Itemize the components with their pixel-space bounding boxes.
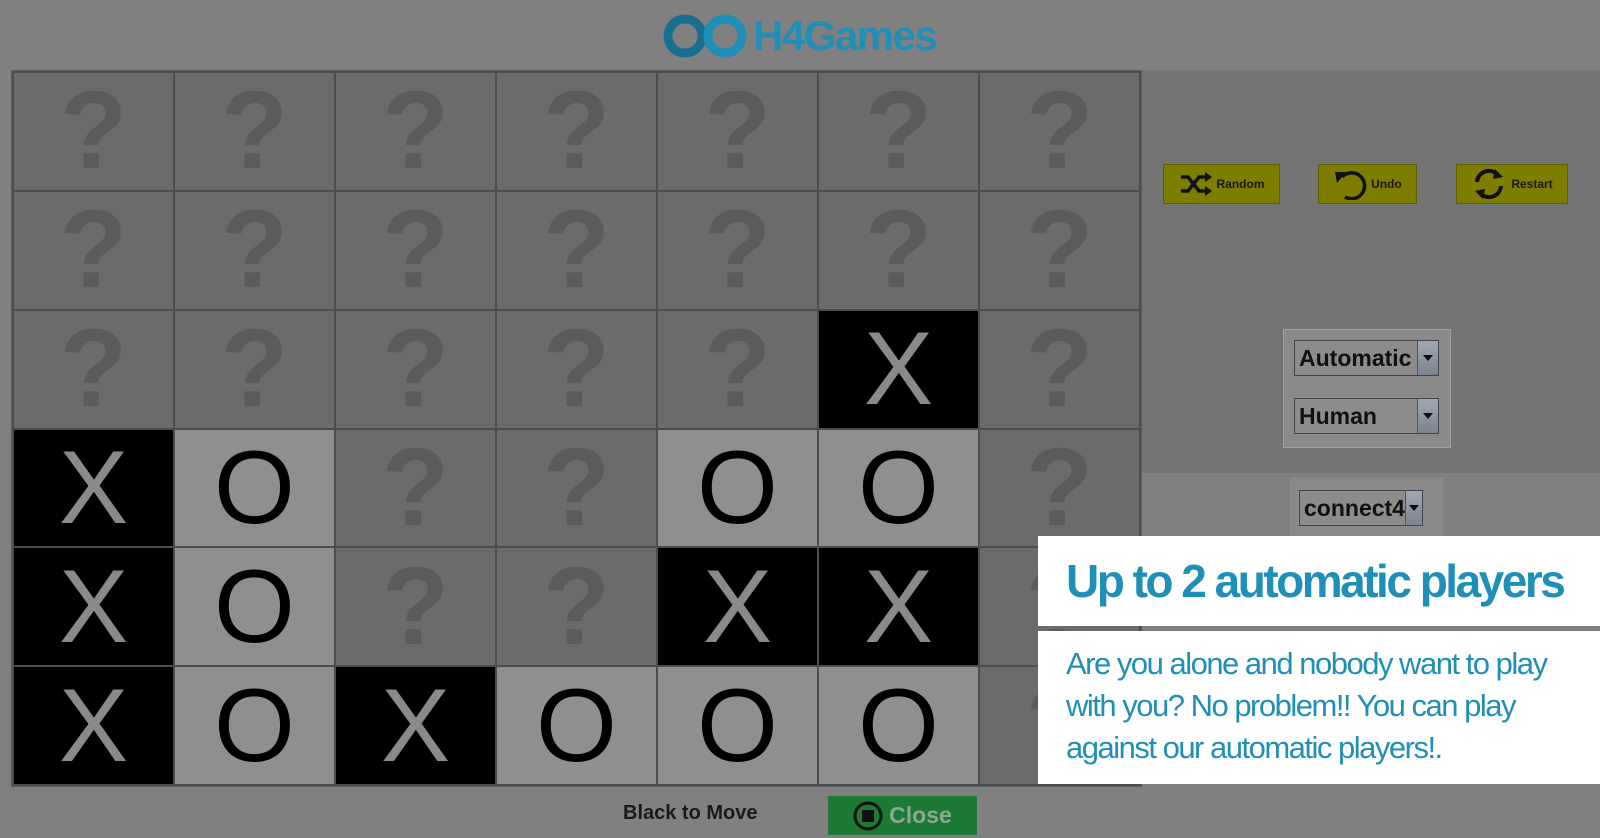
board-cell-empty[interactable]: ? <box>336 310 495 428</box>
board-cell-o[interactable]: O <box>175 548 334 666</box>
close-button[interactable]: Close <box>828 796 977 835</box>
board-cell-o[interactable]: O <box>497 667 656 784</box>
player2-value: Human <box>1299 402 1377 429</box>
chevron-down-icon[interactable] <box>1404 491 1422 525</box>
board-cell-empty[interactable]: ? <box>497 191 656 309</box>
board-cell-empty[interactable]: ? <box>980 429 1139 547</box>
player2-select[interactable]: Human <box>1294 398 1439 434</box>
player1-value: Automatic <box>1299 344 1412 371</box>
turn-status: Black to Move <box>623 802 758 824</box>
shuffle-icon <box>1180 172 1212 196</box>
board-cell-o[interactable]: O <box>175 667 334 784</box>
board-cell-empty[interactable]: ? <box>336 429 495 547</box>
board-cell-x[interactable]: X <box>658 548 817 666</box>
game-select-panel: connect4 <box>1290 478 1443 536</box>
stop-icon <box>853 801 883 830</box>
board-cell-x[interactable]: X <box>336 667 495 784</box>
board-cell-empty[interactable]: ? <box>980 310 1139 428</box>
board-cell-o[interactable]: O <box>175 429 334 547</box>
board-cell-empty[interactable]: ? <box>658 191 817 309</box>
board-cell-o[interactable]: O <box>819 667 978 784</box>
chevron-down-icon[interactable] <box>1417 341 1438 375</box>
random-button[interactable]: Random <box>1163 164 1280 204</box>
restart-icon <box>1475 168 1504 200</box>
board-cell-empty[interactable]: ? <box>980 73 1139 190</box>
board-cell-empty[interactable]: ? <box>658 310 817 428</box>
close-button-label: Close <box>889 802 952 828</box>
board-cell-x[interactable]: X <box>14 667 173 784</box>
board-cell-x[interactable]: X <box>819 310 978 428</box>
board-cell-o[interactable]: O <box>819 429 978 547</box>
undo-button[interactable]: Undo <box>1318 164 1417 204</box>
board-cell-empty[interactable]: ? <box>819 191 978 309</box>
board-cell-empty[interactable]: ? <box>336 191 495 309</box>
board-cell-empty[interactable]: ? <box>497 429 656 547</box>
board-cell-x[interactable]: X <box>819 548 978 666</box>
board-cell-empty[interactable]: ? <box>14 191 173 309</box>
board-cell-o[interactable]: O <box>658 667 817 784</box>
board-cell-o[interactable]: O <box>658 429 817 547</box>
board-cell-empty[interactable]: ? <box>497 548 656 666</box>
board-cell-empty[interactable]: ? <box>980 191 1139 309</box>
brand-logo: H4Games <box>663 10 938 62</box>
brand-name: H4Games <box>753 12 938 59</box>
infinity-logo-icon <box>663 14 747 58</box>
restart-button-label: Restart <box>1511 177 1553 191</box>
board-cell-empty[interactable]: ? <box>497 73 656 190</box>
board-cell-empty[interactable]: ? <box>336 73 495 190</box>
board-cell-empty[interactable]: ? <box>175 73 334 190</box>
board-cell-empty[interactable]: ? <box>497 310 656 428</box>
board-cell-empty[interactable]: ? <box>175 191 334 309</box>
game-select[interactable]: connect4 <box>1299 490 1423 526</box>
restart-button[interactable]: Restart <box>1456 164 1568 204</box>
player1-select[interactable]: Automatic <box>1294 340 1439 376</box>
board-cell-x[interactable]: X <box>14 548 173 666</box>
undo-icon <box>1335 171 1367 200</box>
header: H4Games <box>0 0 1600 70</box>
board-cell-empty[interactable]: ? <box>819 73 978 190</box>
board-cell-x[interactable]: X <box>14 429 173 547</box>
board-cell-empty[interactable]: ? <box>336 548 495 666</box>
info-title: Up to 2 automatic players <box>1038 536 1600 626</box>
board-cell-empty[interactable]: ? <box>658 73 817 190</box>
board-cell-empty[interactable]: ? <box>175 310 334 428</box>
chevron-down-icon[interactable] <box>1417 399 1438 433</box>
board-cell-empty[interactable]: ? <box>14 310 173 428</box>
player-selector-panel: Automatic Human <box>1283 329 1451 448</box>
undo-button-label: Undo <box>1371 177 1402 191</box>
info-body: Are you alone and nobody want to play wi… <box>1038 631 1600 784</box>
game-select-value: connect4 <box>1304 494 1405 521</box>
random-button-label: Random <box>1216 177 1265 191</box>
board-cell-empty[interactable]: ? <box>14 73 173 190</box>
game-board: ???????????????????X?XO??OO?XO??XX?XOXOO… <box>11 70 1142 787</box>
